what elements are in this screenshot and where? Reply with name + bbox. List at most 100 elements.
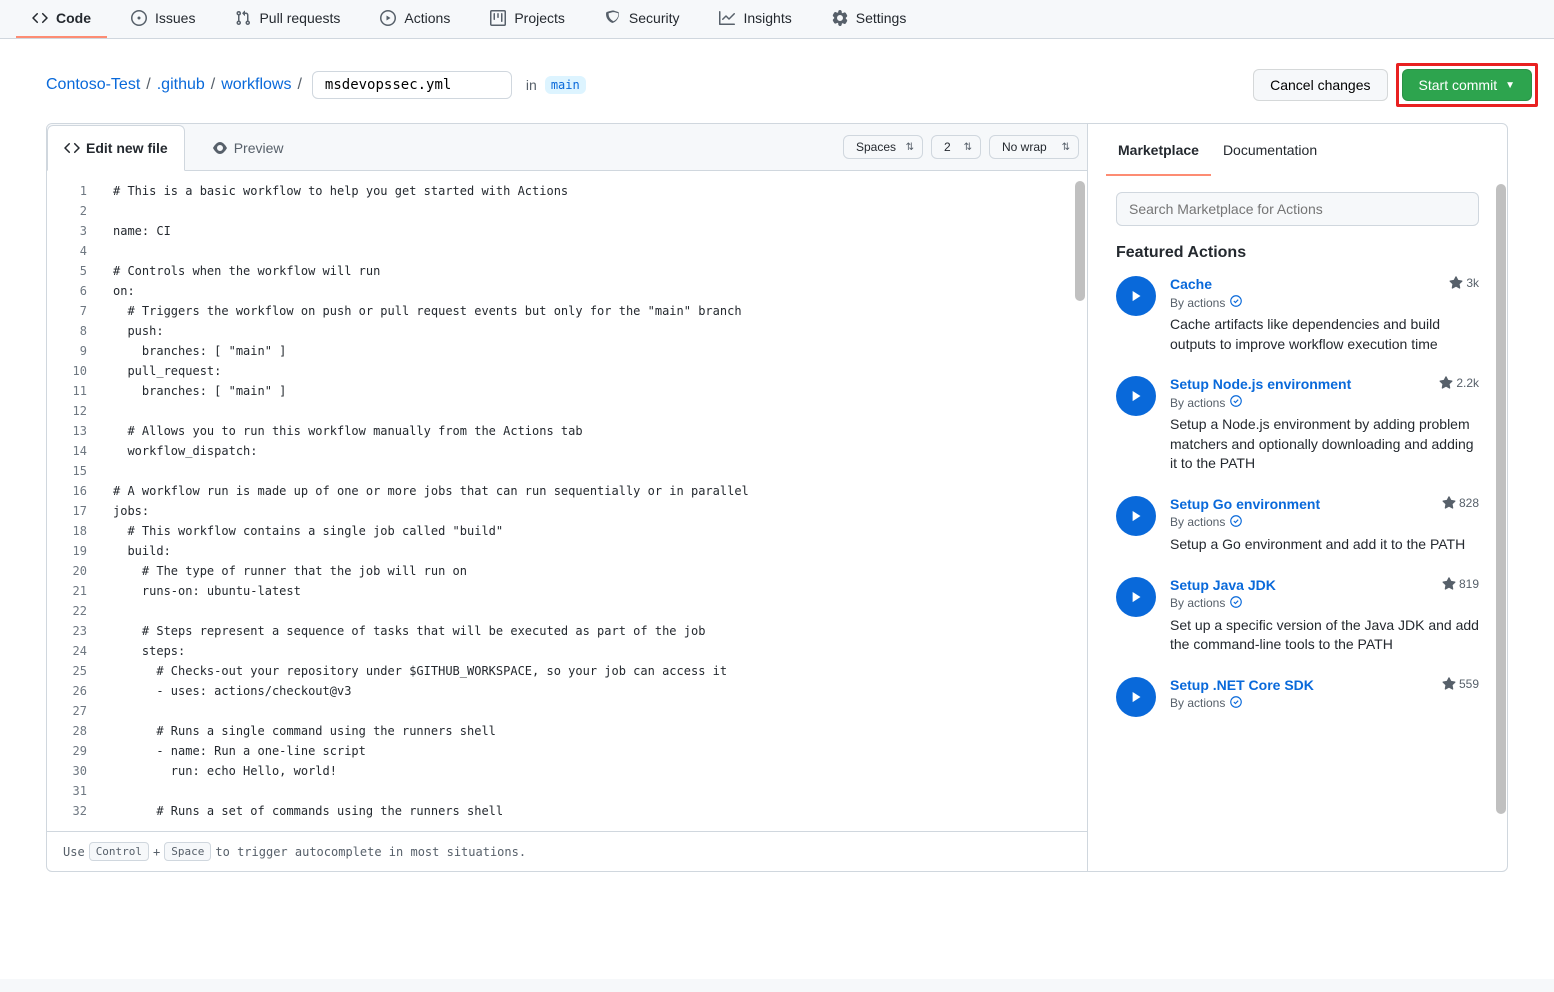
indent-type-select[interactable]: Spaces [843, 135, 923, 159]
line-number: 24 [67, 641, 87, 661]
action-card[interactable]: Cache 3k By actions Cache artifacts like… [1116, 276, 1479, 354]
code-line[interactable]: # Runs a set of commands using the runne… [113, 801, 1071, 821]
eye-icon [212, 140, 228, 156]
filename-input[interactable] [312, 71, 512, 99]
code-line[interactable]: # Allows you to run this workflow manual… [113, 421, 1071, 441]
code-line[interactable]: on: [113, 281, 1071, 301]
line-number: 18 [67, 521, 87, 541]
code-line[interactable]: run: echo Hello, world! [113, 761, 1071, 781]
tab-pull-requests[interactable]: Pull requests [219, 0, 356, 38]
line-number: 19 [67, 541, 87, 561]
tab-projects-label: Projects [514, 10, 565, 26]
sidebar: Marketplace Documentation Featured Actio… [1087, 124, 1507, 871]
line-number: 30 [67, 761, 87, 781]
wrap-select[interactable]: No wrap [989, 135, 1079, 159]
action-stars: 3k [1449, 276, 1479, 290]
start-commit-button[interactable]: Start commit ▼ [1402, 69, 1532, 101]
line-number: 25 [67, 661, 87, 681]
play-icon [380, 10, 396, 26]
tab-insights[interactable]: Insights [703, 0, 807, 38]
action-card[interactable]: Setup Java JDK 819 By actions Set up a s… [1116, 577, 1479, 655]
action-title[interactable]: Setup Go environment [1170, 496, 1320, 512]
sidebar-tab-marketplace[interactable]: Marketplace [1106, 124, 1211, 176]
breadcrumb-sep: / [209, 76, 217, 94]
code-line[interactable] [113, 701, 1071, 721]
code-line[interactable]: # A workflow run is made up of one or mo… [113, 481, 1071, 501]
sidebar-scrollbar[interactable] [1496, 184, 1506, 814]
action-card[interactable]: Setup .NET Core SDK 559 By actions [1116, 677, 1479, 717]
tab-security[interactable]: Security [589, 0, 696, 38]
editor-scrollbar[interactable] [1075, 181, 1085, 301]
breadcrumb-dir2[interactable]: workflows [221, 76, 291, 94]
action-by: By actions [1170, 294, 1479, 311]
tab-issues-label: Issues [155, 10, 195, 26]
search-marketplace-input[interactable] [1116, 192, 1479, 226]
action-desc: Set up a specific version of the Java JD… [1170, 616, 1479, 655]
code-line[interactable]: # Steps represent a sequence of tasks th… [113, 621, 1071, 641]
code-line[interactable]: branches: [ "main" ] [113, 341, 1071, 361]
code-line[interactable]: - name: Run a one-line script [113, 741, 1071, 761]
action-stars: 819 [1442, 577, 1479, 591]
play-circle-icon [1116, 677, 1156, 717]
action-desc: Setup a Node.js environment by adding pr… [1170, 415, 1479, 474]
verified-badge-icon [1229, 514, 1243, 531]
code-line[interactable] [113, 461, 1071, 481]
indent-size-select[interactable]: 2 [931, 135, 981, 159]
graph-icon [719, 10, 735, 26]
code-line[interactable]: runs-on: ubuntu-latest [113, 581, 1071, 601]
code-line[interactable]: - uses: actions/checkout@v3 [113, 681, 1071, 701]
project-icon [490, 10, 506, 26]
in-label: in [526, 77, 537, 93]
line-gutter: 1234567891011121314151617181920212223242… [47, 171, 97, 831]
action-title[interactable]: Setup Node.js environment [1170, 376, 1351, 392]
code-line[interactable]: branches: [ "main" ] [113, 381, 1071, 401]
tab-settings[interactable]: Settings [816, 0, 923, 38]
action-card[interactable]: Setup Node.js environment 2.2k By action… [1116, 376, 1479, 474]
action-by: By actions [1170, 514, 1479, 531]
breadcrumb-dir1[interactable]: .github [157, 76, 205, 94]
start-commit-label: Start commit [1419, 77, 1498, 93]
tab-actions[interactable]: Actions [364, 0, 466, 38]
action-title[interactable]: Setup Java JDK [1170, 577, 1276, 593]
line-number: 9 [67, 341, 87, 361]
code-line[interactable]: # The type of runner that the job will r… [113, 561, 1071, 581]
action-card[interactable]: Setup Go environment 828 By actions Setu… [1116, 496, 1479, 555]
code-line[interactable]: # Triggers the workflow on push or pull … [113, 301, 1071, 321]
hint-rest: to trigger autocomplete in most situatio… [215, 845, 526, 859]
action-title[interactable]: Setup .NET Core SDK [1170, 677, 1314, 693]
code-line[interactable]: steps: [113, 641, 1071, 661]
code-line[interactable] [113, 781, 1071, 801]
code-line[interactable] [113, 601, 1071, 621]
action-body: Setup .NET Core SDK 559 By actions [1170, 677, 1479, 717]
code-line[interactable] [113, 241, 1071, 261]
tab-code[interactable]: Code [16, 0, 107, 38]
line-number: 2 [67, 201, 87, 221]
code-area[interactable]: 1234567891011121314151617181920212223242… [47, 171, 1087, 831]
action-title[interactable]: Cache [1170, 276, 1212, 292]
code-line[interactable]: # Checks-out your repository under $GITH… [113, 661, 1071, 681]
sidebar-tab-docs[interactable]: Documentation [1211, 124, 1329, 176]
code-line[interactable] [113, 201, 1071, 221]
line-number: 28 [67, 721, 87, 741]
code-line[interactable]: pull_request: [113, 361, 1071, 381]
code-line[interactable]: push: [113, 321, 1071, 341]
line-number: 27 [67, 701, 87, 721]
code-line[interactable]: workflow_dispatch: [113, 441, 1071, 461]
editor-tab-edit[interactable]: Edit new file [47, 125, 185, 171]
code-line[interactable]: # This workflow contains a single job ca… [113, 521, 1071, 541]
breadcrumb-repo[interactable]: Contoso-Test [46, 76, 140, 94]
code-line[interactable]: # Controls when the workflow will run [113, 261, 1071, 281]
code-line[interactable]: # Runs a single command using the runner… [113, 721, 1071, 741]
cancel-button[interactable]: Cancel changes [1253, 69, 1387, 101]
code-line[interactable] [113, 401, 1071, 421]
code-lines[interactable]: # This is a basic workflow to help you g… [97, 171, 1087, 831]
action-desc: Cache artifacts like dependencies and bu… [1170, 315, 1479, 354]
code-line[interactable]: # This is a basic workflow to help you g… [113, 181, 1071, 201]
code-line[interactable]: name: CI [113, 221, 1071, 241]
code-line[interactable]: build: [113, 541, 1071, 561]
code-line[interactable]: jobs: [113, 501, 1071, 521]
tab-issues[interactable]: Issues [115, 0, 211, 38]
kbd-space: Space [164, 842, 211, 861]
tab-projects[interactable]: Projects [474, 0, 581, 38]
editor-tab-preview[interactable]: Preview [195, 125, 301, 171]
